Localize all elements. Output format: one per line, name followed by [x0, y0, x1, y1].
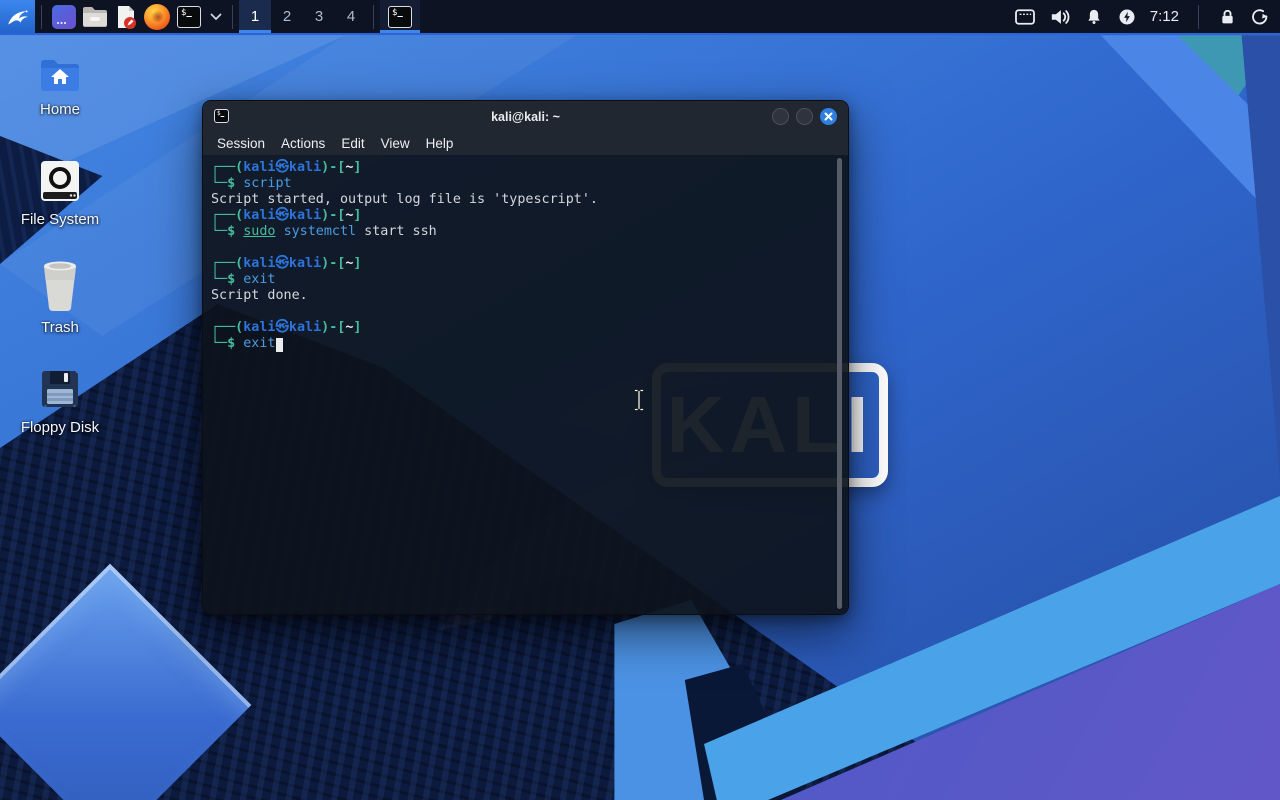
maximize-button[interactable]: [796, 108, 813, 125]
desktop-icon-label: Home: [39, 101, 80, 118]
lock-screen-icon: [1222, 9, 1233, 23]
menu-session[interactable]: Session: [209, 134, 273, 153]
panel-separator: [1198, 4, 1199, 29]
scrollbar[interactable]: [837, 158, 842, 609]
terminal-line: └─$ exit: [211, 272, 276, 287]
terminal-line: Script started, output log file is 'type…: [211, 192, 598, 207]
close-icon: [824, 112, 833, 121]
window-terminal-icon: $: [214, 109, 229, 123]
terminal-window-icon: $: [388, 5, 412, 28]
desktop-icon-floppy-disk[interactable]: Floppy Disk: [12, 366, 108, 436]
terminal-launcher-icon: $: [177, 5, 201, 28]
workspace-3[interactable]: 3: [303, 0, 335, 33]
terminal-line: └─$ sudo systemctl start ssh: [211, 224, 437, 239]
trash-icon: [44, 261, 76, 312]
terminal-line: Script done.: [211, 288, 308, 303]
terminal-line: └─$ script: [211, 176, 292, 191]
notifications-bell-icon: [1088, 9, 1100, 24]
launcher-terminal-dropdown[interactable]: [206, 0, 226, 33]
desktop-icon-label: Floppy Disk: [20, 419, 100, 436]
menu-view[interactable]: View: [373, 134, 418, 153]
file-manager-icon: [82, 6, 107, 27]
applications-menu-button[interactable]: [0, 0, 35, 33]
panel-separator: [232, 4, 233, 29]
tray-notifications[interactable]: [1084, 7, 1104, 27]
file-system-drive-icon: [41, 161, 79, 201]
launcher-app-menu[interactable]: [48, 0, 79, 33]
window-title: kali@kali: ~: [491, 109, 560, 124]
close-button[interactable]: [820, 108, 837, 125]
menubar: Session Actions Edit View Help: [203, 132, 848, 155]
taskbar-terminal-window[interactable]: $: [380, 0, 420, 33]
floppy-disk-icon: [42, 371, 78, 408]
terminal-lines: ┌──(kali㉿kali)-[~] └─$ script Script start…: [211, 160, 834, 352]
terminal-line: ┌──(kali㉿kali)-[~]: [211, 208, 362, 223]
launcher-text-editor[interactable]: [110, 0, 141, 33]
workspace-2[interactable]: 2: [271, 0, 303, 33]
workspace-1[interactable]: 1: [239, 0, 271, 33]
window-titlebar[interactable]: $ kali@kali: ~: [203, 101, 848, 132]
panel-separator: [373, 4, 374, 29]
minimize-button[interactable]: [772, 108, 789, 125]
logout-icon: [1252, 8, 1268, 24]
volume-icon: [1051, 9, 1070, 24]
terminal-line: ┌──(kali㉿kali)-[~]: [211, 256, 362, 271]
tray-power-manager[interactable]: [1117, 7, 1137, 27]
tray-volume[interactable]: [1049, 7, 1071, 27]
launcher-file-manager[interactable]: [79, 0, 110, 33]
text-editor-icon: [117, 5, 136, 29]
chevron-down-icon: [210, 13, 222, 20]
terminal-line: ┌──(kali㉿kali)-[~]: [211, 320, 362, 335]
terminal-window: $ kali@kali: ~ Session Actions Edit View…: [202, 100, 849, 615]
desktop-icon-label: File System: [20, 211, 100, 228]
tray-touchpad[interactable]: [1014, 8, 1036, 26]
clock[interactable]: 7:12: [1150, 8, 1179, 25]
desktop-icon-label: Trash: [41, 319, 79, 336]
terminal-line: ┌──(kali㉿kali)-[~]: [211, 160, 362, 175]
panel-separator: [41, 4, 42, 29]
home-folder-icon: [41, 60, 79, 91]
desktop-icon-trash[interactable]: Trash: [12, 258, 108, 336]
kali-menu-icon: [7, 9, 28, 24]
text-cursor-pointer: [634, 389, 644, 411]
touchpad-icon: [1014, 8, 1035, 25]
desktop-icon-file-system[interactable]: File System: [12, 158, 108, 228]
logout-button[interactable]: [1250, 7, 1270, 27]
terminal-viewport[interactable]: ┌──(kali㉿kali)-[~] └─$ script Script start…: [203, 155, 848, 614]
launcher-terminal[interactable]: $: [172, 0, 206, 33]
app-menu-icon: [51, 4, 76, 29]
desktop: KALI Home File System Trash: [0, 0, 1280, 800]
menu-actions[interactable]: Actions: [273, 134, 333, 153]
power-manager-icon: [1119, 9, 1135, 24]
lock-screen-button[interactable]: [1218, 7, 1237, 27]
top-panel: $ 1 2 3 4 $ 7:12: [0, 0, 1280, 35]
menu-help[interactable]: Help: [418, 134, 462, 153]
menu-edit[interactable]: Edit: [333, 134, 372, 153]
launcher-firefox[interactable]: [141, 0, 172, 33]
terminal-line: └─$ exit: [211, 336, 834, 352]
workspace-4[interactable]: 4: [335, 0, 367, 33]
firefox-icon: [143, 3, 170, 30]
desktop-icon-home[interactable]: Home: [12, 56, 108, 118]
